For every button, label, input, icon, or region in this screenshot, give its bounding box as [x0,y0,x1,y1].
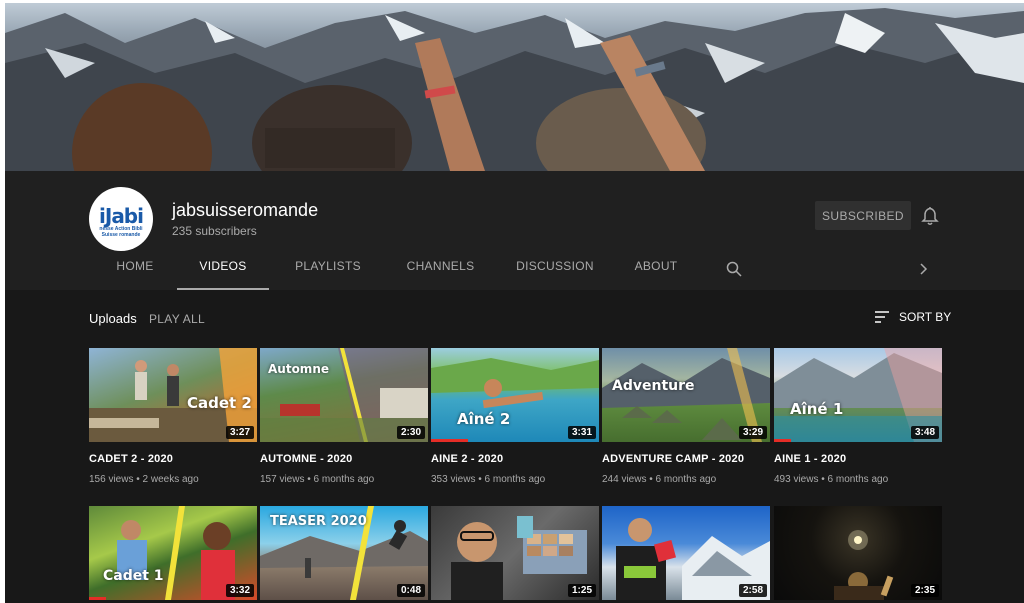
channel-page: iJabi nesse Action Bibli Suisse romande … [5,3,1024,603]
thumbnail-text: Cadet 2 [187,394,252,412]
video-card[interactable]: Aîné 2 3:31 AINE 2 - 2020 353 views • 6 … [431,348,599,485]
thumbnail-text: TEASER 2020 [270,514,367,529]
video-duration: 3:29 [738,426,767,439]
video-meta: 244 views • 6 months ago [602,474,717,485]
video-duration: 3:48 [910,426,939,439]
video-card[interactable]: 2:58 [602,506,770,600]
thumbnail-text: Cadet 1 [103,568,164,584]
video-card[interactable]: Automne 2:30 AUTOMNE - 2020 157 views • … [260,348,428,485]
video-duration: 3:27 [225,426,254,439]
video-duration: 2:35 [910,584,939,597]
video-card[interactable]: 1:25 [431,506,599,600]
channel-banner [5,3,1024,171]
video-thumbnail[interactable]: Aîné 1 3:48 [774,348,942,442]
avatar-line-2: Suisse romande [101,232,141,238]
video-duration: 3:31 [567,426,596,439]
sort-by-label: SORT BY [899,310,952,324]
channel-header: iJabi nesse Action Bibli Suisse romande … [5,171,1024,290]
chevron-right-icon[interactable] [917,263,929,275]
video-card[interactable]: Adventure 3:29 ADVENTURE CAMP - 2020 244… [602,348,770,485]
subscriber-count: 235 subscribers [172,224,257,238]
video-duration: 0:48 [396,584,425,597]
video-duration: 2:30 [396,426,425,439]
channel-avatar[interactable]: iJabi nesse Action Bibli Suisse romande [89,187,153,251]
bell-icon[interactable] [921,206,939,226]
video-duration: 1:25 [567,584,596,597]
tab-home[interactable]: HOME [93,259,177,290]
video-meta: 353 views • 6 months ago [431,474,546,485]
video-thumbnail[interactable]: 2:58 [602,506,770,600]
tab-about[interactable]: ABOUT [616,259,696,290]
video-title[interactable]: AINE 2 - 2020 [431,453,599,465]
video-thumbnail[interactable]: Cadet 2 3:27 [89,348,257,442]
video-thumbnail[interactable]: 1:25 [431,506,599,600]
video-card[interactable]: TEASER 2020 0:48 [260,506,428,600]
thumbnail-text: Aîné 1 [790,400,844,418]
tab-discussion[interactable]: DISCUSSION [494,259,616,290]
video-card[interactable]: Cadet 2 3:27 CADET 2 - 2020 156 views • … [89,348,257,485]
thumbnail-text: Aîné 2 [457,410,511,428]
tab-videos[interactable]: VIDEOS [177,259,269,290]
video-meta: 157 views • 6 months ago [260,474,375,485]
video-duration: 2:58 [738,584,767,597]
video-thumbnail[interactable]: 2:35 [774,506,942,600]
video-thumbnail[interactable]: TEASER 2020 0:48 [260,506,428,600]
video-card[interactable]: Cadet 1 3:32 [89,506,257,600]
video-title[interactable]: AUTOMNE - 2020 [260,453,428,465]
search-icon[interactable] [726,261,742,277]
tab-channels[interactable]: CHANNELS [387,259,494,290]
play-all-button[interactable]: PLAY ALL [149,312,205,326]
thumbnail-text: Adventure [612,378,695,394]
channel-name: jabsuisseromande [172,200,319,220]
watch-progress [774,439,791,442]
video-meta: 493 views • 6 months ago [774,474,889,485]
video-card[interactable]: 2:35 [774,506,942,600]
sort-icon [875,311,889,323]
video-title[interactable]: ADVENTURE CAMP - 2020 [602,453,770,465]
tab-playlists[interactable]: PLAYLISTS [269,259,387,290]
watch-progress [431,439,468,442]
video-thumbnail[interactable]: Aîné 2 3:31 [431,348,599,442]
video-title[interactable]: CADET 2 - 2020 [89,453,257,465]
video-thumbnail[interactable]: Cadet 1 3:32 [89,506,257,600]
video-thumbnail[interactable]: Automne 2:30 [260,348,428,442]
video-title[interactable]: AINE 1 - 2020 [774,453,942,465]
video-meta: 156 views • 2 weeks ago [89,474,199,485]
video-card[interactable]: Aîné 1 3:48 AINE 1 - 2020 493 views • 6 … [774,348,942,485]
thumbnail-text: Automne [268,362,329,376]
watch-progress [89,597,106,600]
avatar-logo: iJabi [99,204,144,228]
section-title: Uploads [89,311,137,326]
video-thumbnail[interactable]: Adventure 3:29 [602,348,770,442]
subscribe-button[interactable]: SUBSCRIBED [815,201,911,230]
sort-by-button[interactable]: SORT BY [875,310,951,324]
channel-tabs: HOME VIDEOS PLAYLISTS CHANNELS DISCUSSIO… [93,259,696,290]
video-duration: 3:32 [225,584,254,597]
